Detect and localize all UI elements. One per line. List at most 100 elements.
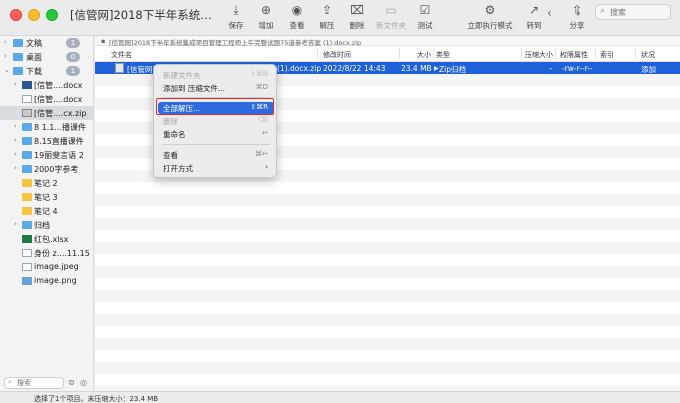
path-bar: ▪ [信管网]2018下半年系统集成项目管理工程师上午完整试题75道参考答案 (… xyxy=(95,36,680,47)
status-bar: 选择了1个项目。未压缩大小：23.4 MB xyxy=(0,391,680,403)
sidebar-item-folder4[interactable]: › 2000字参考 xyxy=(0,162,94,176)
sidebar-search-input[interactable] xyxy=(17,378,63,388)
column-divider[interactable] xyxy=(399,48,400,59)
column-state[interactable]: 状况 xyxy=(641,50,655,60)
column-permissions[interactable]: 权限属性 xyxy=(560,50,588,60)
disclosure-icon[interactable]: › xyxy=(4,38,7,46)
menu-item-view[interactable]: 查看 ⌘↩ xyxy=(154,149,278,161)
sidebar-item-archive[interactable]: › 归档 xyxy=(0,218,94,232)
sidebar-item-label: 2000字参考 xyxy=(34,165,79,174)
count-badge: 1 xyxy=(66,38,80,48)
back-arrow-icon[interactable]: ‹ xyxy=(547,6,552,20)
test-button[interactable]: ☑ 测试 xyxy=(405,3,445,33)
menu-item-add-to-archive[interactable]: 添加到 压缩文件... ⌘D xyxy=(154,82,278,94)
sidebar-item-folder2[interactable]: › 8.15直播课件 xyxy=(0,134,94,148)
search-icon: ⌕ xyxy=(8,378,12,386)
column-type[interactable]: 类型 xyxy=(436,50,450,60)
empty-row xyxy=(95,266,680,278)
disclosure-icon[interactable]: › xyxy=(4,52,7,60)
empty-row xyxy=(95,194,680,206)
menu-item-delete[interactable]: 删除 ⌫ xyxy=(154,115,278,127)
column-name[interactable]: 文件名 xyxy=(111,50,132,60)
sidebar-item-doc1[interactable]: › [信管....docx xyxy=(0,78,94,92)
sidebar-item-desktop[interactable]: › 桌面 0 xyxy=(0,50,94,64)
image-file-icon xyxy=(22,277,32,285)
filter-icon[interactable]: ⊜ xyxy=(68,378,75,387)
empty-row xyxy=(95,242,680,254)
expand-arrow-icon[interactable]: ▶ xyxy=(434,65,439,72)
search-icon: ⌕ xyxy=(600,6,606,16)
column-modified[interactable]: 修改时间 xyxy=(323,50,351,60)
sidebar-item-id[interactable]: 身份 z....11.15 xyxy=(0,246,94,260)
menu-item-rename[interactable]: 重命名 ↩ xyxy=(154,128,278,140)
folder-icon xyxy=(22,165,32,173)
menu-separator xyxy=(162,144,270,145)
eye-toggle-icon[interactable]: ◎ xyxy=(80,378,87,387)
sidebar-item-zip[interactable]: [信管....cx.zip xyxy=(0,106,94,120)
toolbar-search[interactable]: ⌕ xyxy=(595,4,671,20)
sidebar-item-note4[interactable]: 笔记 4 xyxy=(0,204,94,218)
column-size[interactable]: 大小 xyxy=(417,50,431,60)
menu-item-shortcut: ⌫ xyxy=(258,116,268,124)
zip-icon: ▪ xyxy=(101,37,106,45)
disclosure-icon[interactable]: › xyxy=(14,150,17,158)
column-index[interactable]: 索引 xyxy=(600,50,614,60)
column-divider[interactable] xyxy=(521,48,522,59)
menu-item-open-with[interactable]: 打开方式 › xyxy=(154,162,278,174)
folder-icon xyxy=(13,67,23,75)
sidebar: › 文稿 1 › 桌面 0 ⌄ 下载 1 › [信管....docx [信管....docx … xyxy=(0,36,94,391)
sidebar-item-folder1[interactable]: › 8 1.1...播课件 xyxy=(0,120,94,134)
sidebar-item-doc2[interactable]: [信管....docx xyxy=(0,92,94,106)
file-permissions: -rw-r--r-- xyxy=(562,64,593,73)
sidebar-item-folder3[interactable]: › 19丽斐言语 2 xyxy=(0,148,94,162)
column-divider[interactable] xyxy=(635,48,636,59)
sidebar-item-label: 笔记 3 xyxy=(34,193,58,202)
folder-icon xyxy=(13,53,23,61)
sidebar-item-label: 归档 xyxy=(34,221,50,230)
minimize-window-button[interactable] xyxy=(28,9,40,21)
test-button-label: 测试 xyxy=(417,21,433,30)
word-doc-icon xyxy=(22,81,32,89)
file-size: 23.4 MB xyxy=(401,64,432,73)
menu-item-label: 新建文件夹 xyxy=(163,71,201,80)
column-compressed-size[interactable]: 压缩大小 xyxy=(525,50,553,60)
column-divider[interactable] xyxy=(433,48,434,59)
window-title: [信管网]2018下半年系统集成项目管... xyxy=(70,8,220,22)
sidebar-item-png[interactable]: image.png xyxy=(0,274,94,288)
close-window-button[interactable] xyxy=(10,9,22,21)
sidebar-item-label: 8 1.1...播课件 xyxy=(34,123,86,132)
column-divider[interactable] xyxy=(317,48,318,59)
menu-item-label: 打开方式 xyxy=(163,164,193,173)
toolbar: [信管网]2018下半年系统集成项目管... ⤓保存 ⊕增加 ◉查看 ⇪解压 ⌧… xyxy=(0,0,680,36)
note-icon xyxy=(22,193,32,201)
disclosure-icon[interactable]: › xyxy=(14,220,17,228)
column-divider[interactable] xyxy=(595,48,596,59)
run-mode-button[interactable]: ⚙ 立即执行模式 xyxy=(465,3,515,33)
sidebar-item-xlsx[interactable]: 红包.xlsx xyxy=(0,232,94,246)
column-divider[interactable] xyxy=(555,48,556,59)
sidebar-item-jpeg[interactable]: image.jpeg xyxy=(0,260,94,274)
chevron-down-icon[interactable]: ⌄ xyxy=(4,66,10,74)
sidebar-item-label: 19丽斐言语 2 xyxy=(34,151,84,160)
empty-row xyxy=(95,290,680,302)
share-button[interactable]: ⇧ 分享 xyxy=(557,3,597,33)
folder-icon xyxy=(22,137,32,145)
menu-item-new-folder[interactable]: 新建文件夹 ⇧⌘N xyxy=(154,69,278,81)
disclosure-icon[interactable]: › xyxy=(14,122,17,130)
share-button-label: 分享 xyxy=(569,21,585,30)
sidebar-item-note3[interactable]: 笔记 3 xyxy=(0,190,94,204)
sidebar-item-downloads[interactable]: ⌄ 下载 1 xyxy=(0,64,94,78)
disclosure-icon[interactable]: › xyxy=(14,136,17,144)
toolbar-search-input[interactable] xyxy=(610,6,668,19)
note-icon xyxy=(22,207,32,215)
sidebar-item-note2[interactable]: 笔记 2 xyxy=(0,176,94,190)
zoom-window-button[interactable] xyxy=(46,9,58,21)
sidebar-item-label: 身份 z....11.15 xyxy=(34,249,90,258)
sidebar-footer: ⌕ ⊜ ◎ xyxy=(0,374,94,392)
sidebar-search[interactable]: ⌕ xyxy=(4,377,64,389)
file-state: 添加 xyxy=(641,65,656,74)
sidebar-item-label: 8.15直播课件 xyxy=(34,137,84,146)
disclosure-icon[interactable]: › xyxy=(14,164,17,172)
sidebar-item-documents[interactable]: › 文稿 1 xyxy=(0,36,94,50)
disclosure-icon[interactable]: › xyxy=(14,80,17,88)
